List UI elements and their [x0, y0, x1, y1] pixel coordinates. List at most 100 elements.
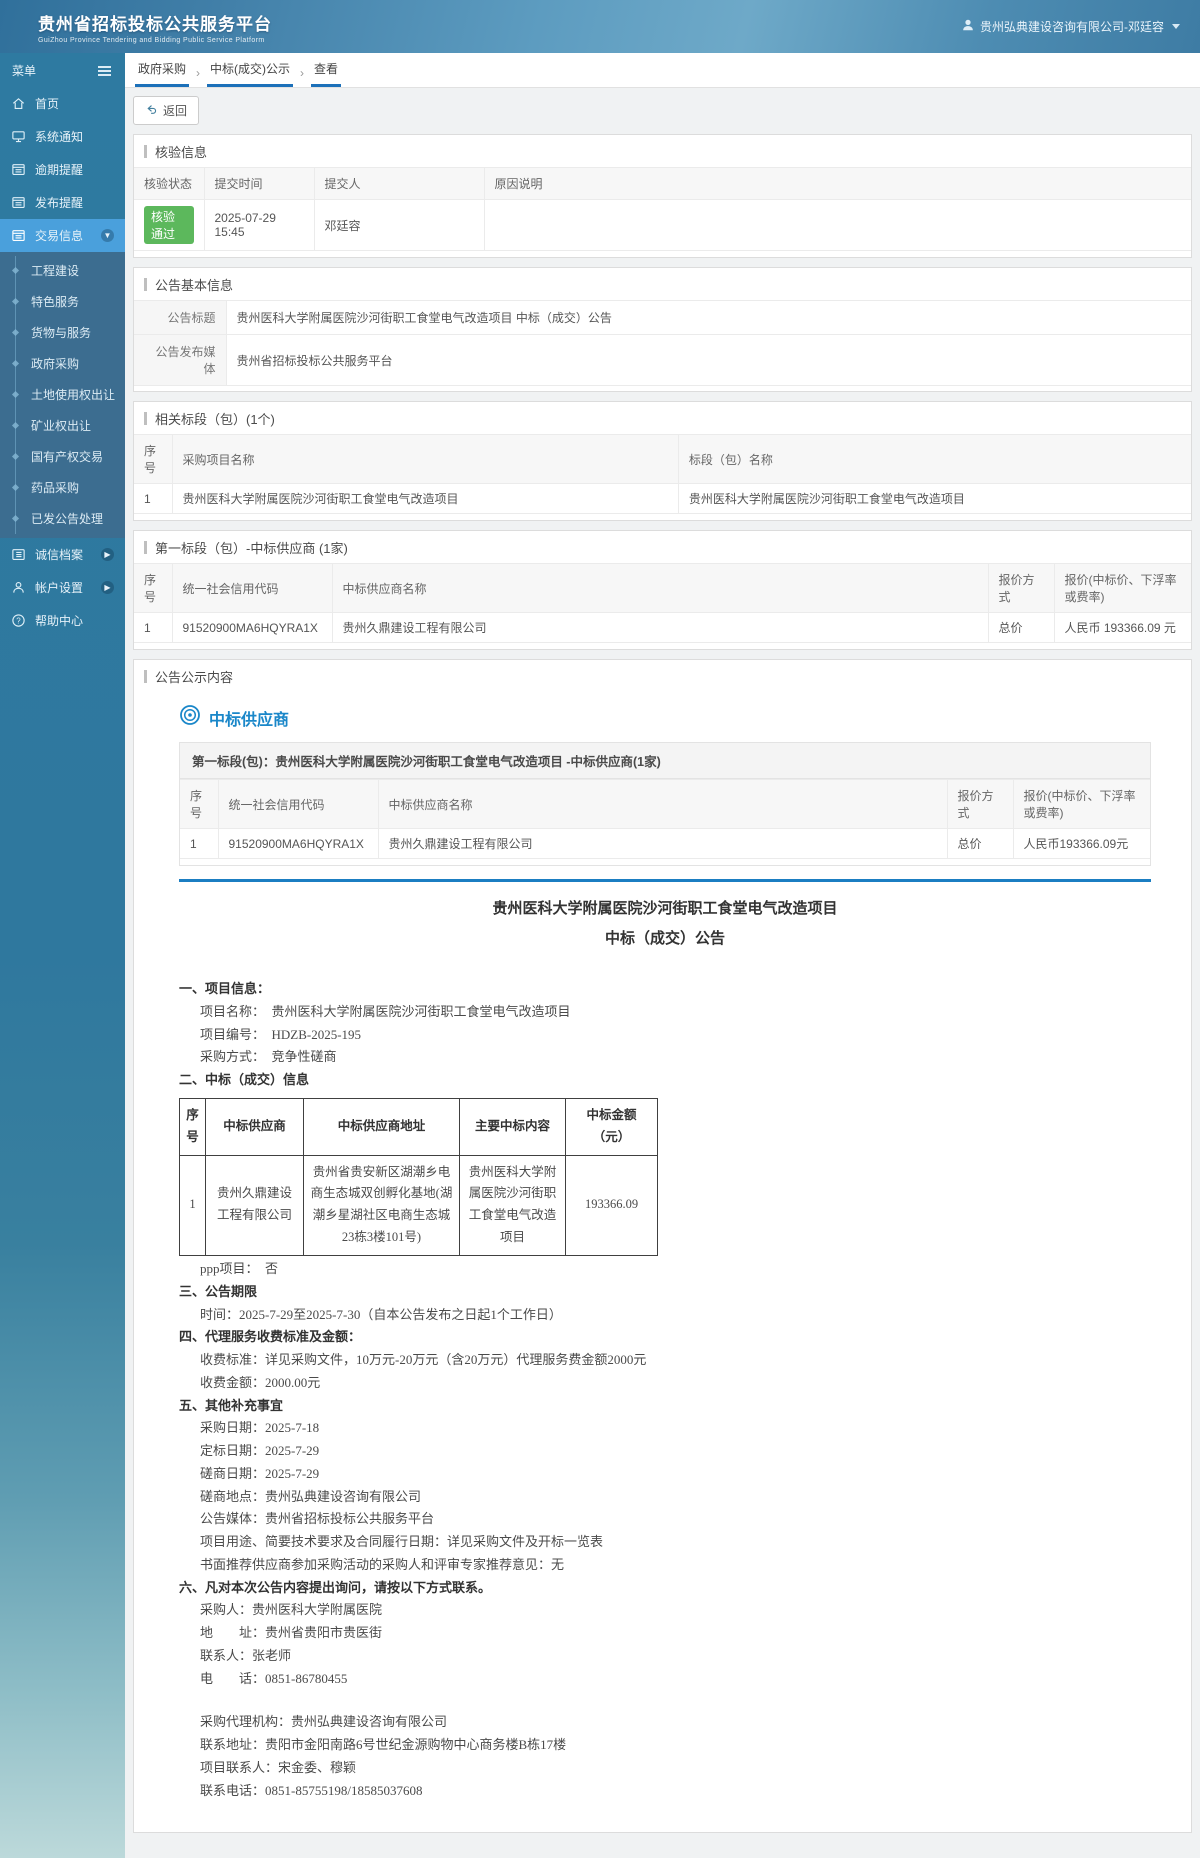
list-icon — [11, 547, 26, 562]
supplier-name: 贵州久鼎建设工程有限公司 — [332, 613, 988, 643]
sidebar-item-transaction-info[interactable]: 交易信息 ▼ — [0, 219, 125, 252]
sidebar-item-label: 诚信档案 — [35, 546, 83, 563]
doc-line: 项目名称： 贵州医科大学附属医院沙河街职工食堂电气改造项目 — [179, 1001, 1151, 1024]
doc-line: 电 话：0851-86780455 — [179, 1668, 1151, 1691]
breadcrumb-item[interactable]: 中标(成交)公示 — [207, 60, 293, 87]
breadcrumb-item[interactable]: 政府采购 — [135, 60, 189, 87]
brand: 贵州省招标投标公共服务平台 GuiZhou Province Tendering… — [38, 10, 272, 44]
row-index: 1 — [180, 1155, 206, 1256]
sidebar-item-publish-reminder[interactable]: 发布提醒 — [0, 186, 125, 219]
field-label: 公告标题 — [134, 301, 226, 335]
sidebar-subitem-engineering[interactable]: 工程建设 — [0, 255, 125, 286]
panel-title: 公告基本信息 — [134, 268, 1191, 300]
panel-title: 第一标段（包）-中标供应商 (1家) — [134, 531, 1191, 563]
chevron-right-circle-icon: ▶ — [101, 548, 114, 561]
user-menu[interactable]: 贵州弘典建设咨询有限公司-邓廷容 — [961, 18, 1180, 35]
user-icon — [961, 18, 975, 35]
sidebar-subitem-special-services[interactable]: 特色服务 — [0, 286, 125, 317]
caret-down-icon — [1172, 24, 1180, 29]
menu-label: 菜单 — [12, 62, 36, 79]
status-badge: 核验通过 — [144, 206, 194, 244]
sidebar: 菜单 首页 系统通知 逾期提醒 — [0, 53, 125, 1858]
breadcrumb: 政府采购 › 中标(成交)公示 › 查看 — [125, 53, 1200, 88]
submit-person: 邓廷容 — [314, 200, 484, 251]
sidebar-item-help-center[interactable]: ? 帮助中心 — [0, 604, 125, 637]
back-icon — [145, 103, 158, 119]
credit-code: 91520900MA6HQYRA1X — [172, 613, 332, 643]
sidebar-subitem-drug-procurement[interactable]: 药品采购 — [0, 472, 125, 503]
field-value: 贵州省招标投标公共服务平台 — [226, 335, 1191, 386]
sidebar-menu-header: 菜单 — [0, 53, 125, 87]
field-value: 贵州医科大学附属医院沙河街职工食堂电气改造项目 中标（成交）公告 — [226, 301, 1191, 335]
doc-icon — [11, 162, 26, 177]
breadcrumb-separator: › — [189, 66, 207, 87]
column-header: 报价(中标价、下浮率或费率) — [1013, 780, 1150, 829]
doc-line: 采购代理机构：贵州弘典建设咨询有限公司 — [179, 1711, 1151, 1734]
table-row: 公告标题 贵州医科大学附属医院沙河街职工食堂电气改造项目 中标（成交）公告 — [134, 301, 1191, 335]
title-marker — [144, 412, 147, 425]
doc-line: 联系电话：0851-85755198/18585037608 — [179, 1780, 1151, 1803]
target-icon — [179, 704, 201, 731]
diamond-bullet-icon — [12, 515, 19, 522]
diamond-bullet-icon — [12, 391, 19, 398]
doc-line: 地 址：贵州省贵阳市贵医街 — [179, 1622, 1151, 1645]
breadcrumb-item[interactable]: 查看 — [311, 60, 341, 87]
verify-panel: 核验信息 核验状态 提交时间 提交人 原因说明 核验通过 2025-07-29 … — [133, 134, 1192, 258]
sidebar-subitem-land-use[interactable]: 土地使用权出让 — [0, 379, 125, 410]
doc-line: 书面推荐供应商参加采购活动的采购人和评审专家推荐意见：无 — [179, 1554, 1151, 1577]
diamond-bullet-icon — [12, 360, 19, 367]
sidebar-subitem-state-property[interactable]: 国有产权交易 — [0, 441, 125, 472]
doc-line: 采购人：贵州医科大学附属医院 — [179, 1599, 1151, 1622]
doc-line: 采购方式： 竞争性磋商 — [179, 1046, 1151, 1069]
doc-subtitle: 中标（成交）公告 — [179, 924, 1151, 954]
sidebar-subitem-published-notices[interactable]: 已发公告处理 — [0, 503, 125, 534]
doc-line: 项目编号： HDZB-2025-195 — [179, 1024, 1151, 1047]
user-name: 贵州弘典建设咨询有限公司-邓廷容 — [980, 18, 1164, 35]
table-row: 1 贵州医科大学附属医院沙河街职工食堂电气改造项目 贵州医科大学附属医院沙河街职… — [134, 484, 1191, 514]
doc-icon — [11, 195, 26, 210]
doc-line: 五、其他补充事宜 — [179, 1395, 1151, 1418]
column-header: 统一社会信用代码 — [218, 780, 378, 829]
sidebar-subitem-mining-rights[interactable]: 矿业权出让 — [0, 410, 125, 441]
column-header: 统一社会信用代码 — [172, 564, 332, 613]
sidebar-item-label: 逾期提醒 — [35, 161, 83, 178]
column-header: 中标金额（元） — [566, 1098, 658, 1155]
sidebar-item-account-settings[interactable]: 帐户设置 ▶ — [0, 571, 125, 604]
column-header: 提交时间 — [204, 168, 314, 200]
column-header: 主要中标内容 — [460, 1098, 566, 1155]
related-sections-table: 序号 采购项目名称 标段（包）名称 1 贵州医科大学附属医院沙河街职工食堂电气改… — [134, 434, 1191, 514]
table-row: 1 91520900MA6HQYRA1X 贵州久鼎建设工程有限公司 总价 人民币… — [134, 613, 1191, 643]
doc-line: 收费金额：2000.00元 — [179, 1372, 1151, 1395]
doc-line: 联系地址：贵阳市金阳南路6号世纪金源购物中心商务楼B栋17楼 — [179, 1734, 1151, 1757]
sidebar-subitem-gov-procurement[interactable]: 政府采购 — [0, 348, 125, 379]
sidebar-item-label: 发布提醒 — [35, 194, 83, 211]
blue-divider — [179, 879, 1151, 882]
chevron-right-circle-icon: ▶ — [101, 581, 114, 594]
sidebar-item-notifications[interactable]: 系统通知 — [0, 120, 125, 153]
column-header: 中标供应商名称 — [332, 564, 988, 613]
sidebar-subitem-goods-services[interactable]: 货物与服务 — [0, 317, 125, 348]
row-index: 1 — [134, 484, 172, 514]
sidebar-item-home[interactable]: 首页 — [0, 87, 125, 120]
transaction-submenu: 工程建设 特色服务 货物与服务 政府采购 土地使用权出让 矿业权出让 国有产权交… — [0, 252, 125, 538]
doc-line: 项目用途、简要技术要求及合同履行日期：详见采购文件及开标一览表 — [179, 1531, 1151, 1554]
sidebar-item-credit-archive[interactable]: 诚信档案 ▶ — [0, 538, 125, 571]
winner-panel: 第一标段（包）-中标供应商 (1家) 序号 统一社会信用代码 中标供应商名称 报… — [133, 530, 1192, 650]
hamburger-icon[interactable] — [96, 64, 113, 78]
column-header: 报价方式 — [947, 780, 1013, 829]
panel-title: 核验信息 — [134, 135, 1191, 167]
doc-line: 磋商地点：贵州弘典建设咨询有限公司 — [179, 1486, 1151, 1509]
column-header: 报价(中标价、下浮率或费率) — [1054, 564, 1191, 613]
panel-title: 相关标段（包）(1个) — [134, 402, 1191, 434]
back-button[interactable]: 返回 — [133, 96, 199, 125]
row-index: 1 — [180, 829, 218, 859]
inner-winner-table: 序号 统一社会信用代码 中标供应商名称 报价方式 报价(中标价、下浮率或费率) … — [180, 779, 1150, 859]
sidebar-item-overdue-reminder[interactable]: 逾期提醒 — [0, 153, 125, 186]
sidebar-item-label: 帮助中心 — [35, 612, 83, 629]
reason — [484, 200, 1191, 251]
person-icon — [11, 580, 26, 595]
supplier-name: 贵州久鼎建设工程有限公司 — [378, 829, 947, 859]
announcement-document: 贵州医科大学附属医院沙河街职工食堂电气改造项目 中标（成交）公告 一、项目信息：… — [179, 894, 1151, 1802]
winner-heading: 中标供应商 — [179, 704, 1151, 731]
column-header: 序号 — [134, 435, 172, 484]
